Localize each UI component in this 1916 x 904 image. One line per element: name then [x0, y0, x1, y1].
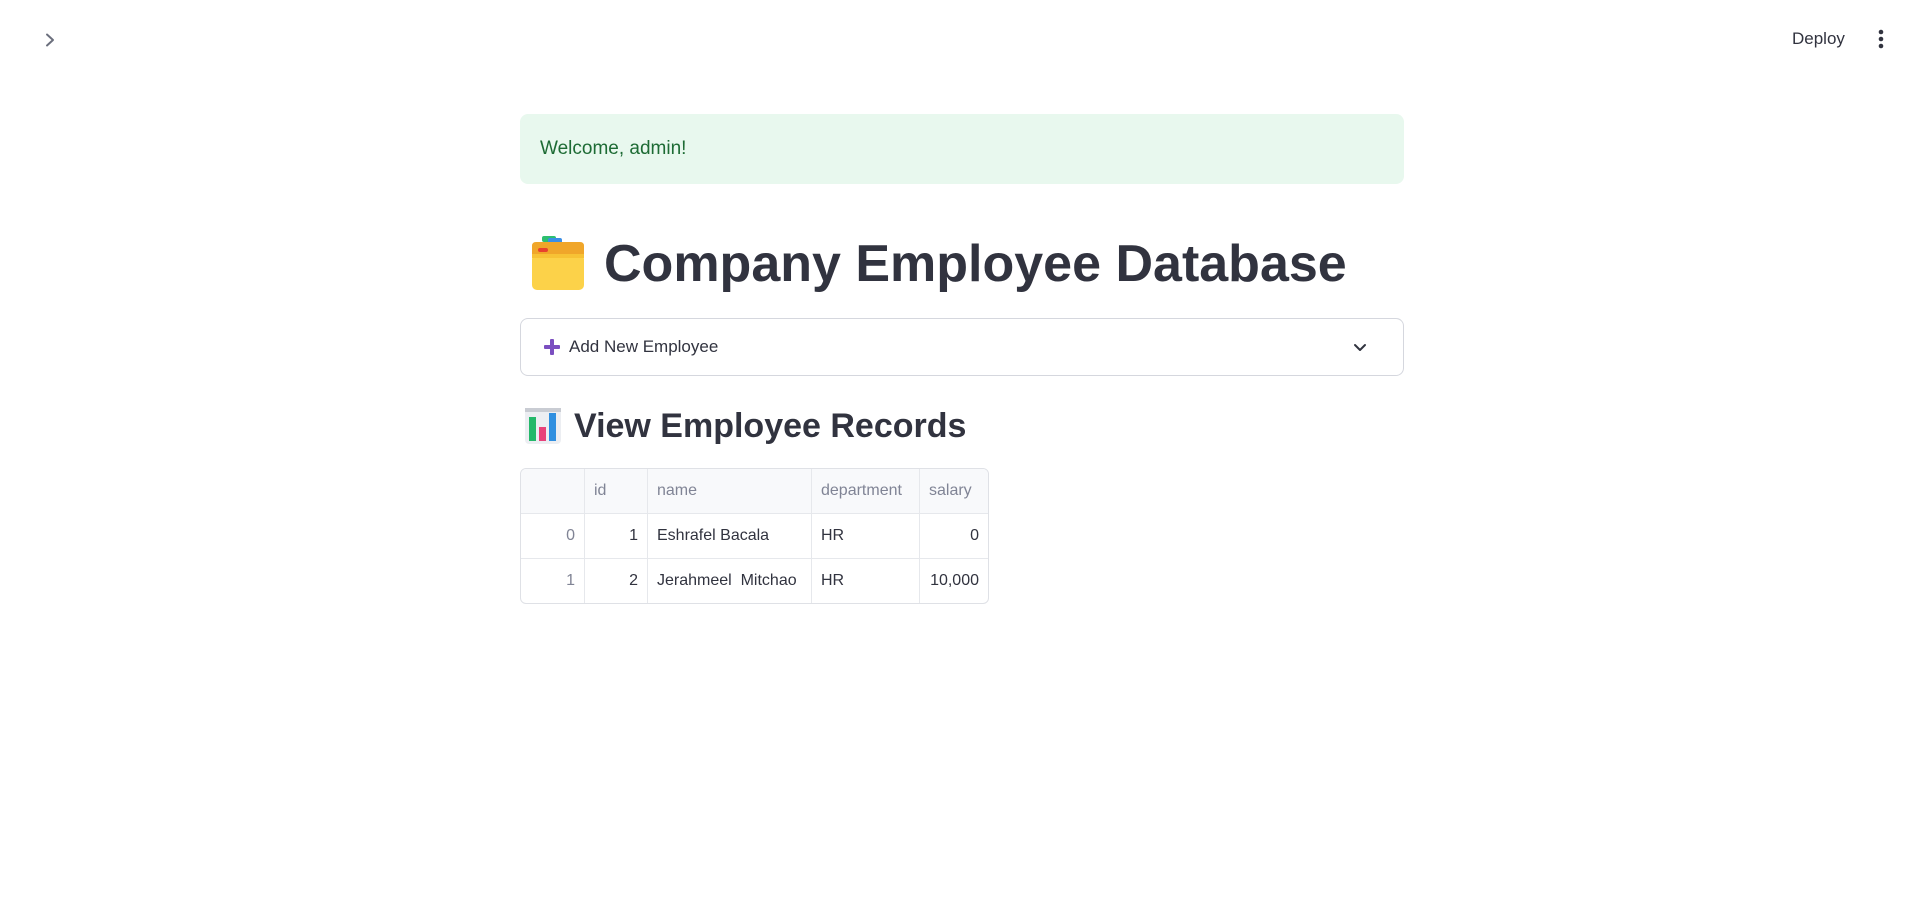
- main-menu-button[interactable]: [1868, 26, 1894, 52]
- row-index-cell[interactable]: 0: [521, 514, 584, 558]
- chevron-right-icon: [46, 33, 54, 47]
- plus-icon: [544, 339, 560, 355]
- row-index-cell[interactable]: 1: [521, 559, 584, 603]
- column-header-index[interactable]: [521, 469, 584, 513]
- alert-message: Welcome, admin!: [540, 138, 687, 159]
- column-header-name[interactable]: name: [647, 469, 811, 513]
- expander-label: Add New Employee: [569, 337, 719, 356]
- department-cell[interactable]: HR: [811, 514, 919, 558]
- success-alert: Welcome, admin!: [520, 114, 1404, 184]
- department-cell[interactable]: HR: [811, 559, 919, 603]
- name-cell[interactable]: Jerahmeel Mitchao: [647, 559, 811, 603]
- name-cell[interactable]: Eshrafel Bacala: [647, 514, 811, 558]
- app-root: Deploy Welcome, admin! Company Employee …: [0, 0, 1916, 904]
- id-cell[interactable]: 2: [584, 559, 647, 603]
- column-header-id[interactable]: id: [584, 469, 647, 513]
- column-header-salary[interactable]: salary: [919, 469, 988, 513]
- chevron-down-icon: [1354, 344, 1366, 351]
- page-title: Company Employee Database: [520, 232, 1404, 296]
- main-content: Welcome, admin! Company Employee Databas…: [520, 114, 1404, 609]
- table-row: 1 2 Jerahmeel Mitchao HR 10,000: [521, 558, 988, 603]
- records-heading-text: View Employee Records: [574, 406, 967, 445]
- column-header-department[interactable]: department: [811, 469, 919, 513]
- salary-cell[interactable]: 0: [919, 514, 988, 558]
- table-header-row: id name department salary: [521, 469, 988, 513]
- table-row: 0 1 Eshrafel Bacala HR 0: [521, 513, 988, 558]
- deploy-button[interactable]: Deploy: [1782, 24, 1855, 54]
- more-vertical-icon: [1878, 29, 1884, 49]
- add-employee-expander[interactable]: Add New Employee: [520, 318, 1404, 376]
- salary-cell[interactable]: 10,000: [919, 559, 988, 603]
- page-title-text: Company Employee Database: [604, 235, 1347, 293]
- sidebar-expand-button[interactable]: [36, 26, 64, 54]
- card-index-dividers-icon: [532, 236, 584, 290]
- records-heading: View Employee Records: [520, 404, 1404, 448]
- employee-table[interactable]: id name department salary 0 1 Eshrafel B…: [520, 468, 989, 604]
- id-cell[interactable]: 1: [584, 514, 647, 558]
- bar-chart-icon: [525, 408, 561, 444]
